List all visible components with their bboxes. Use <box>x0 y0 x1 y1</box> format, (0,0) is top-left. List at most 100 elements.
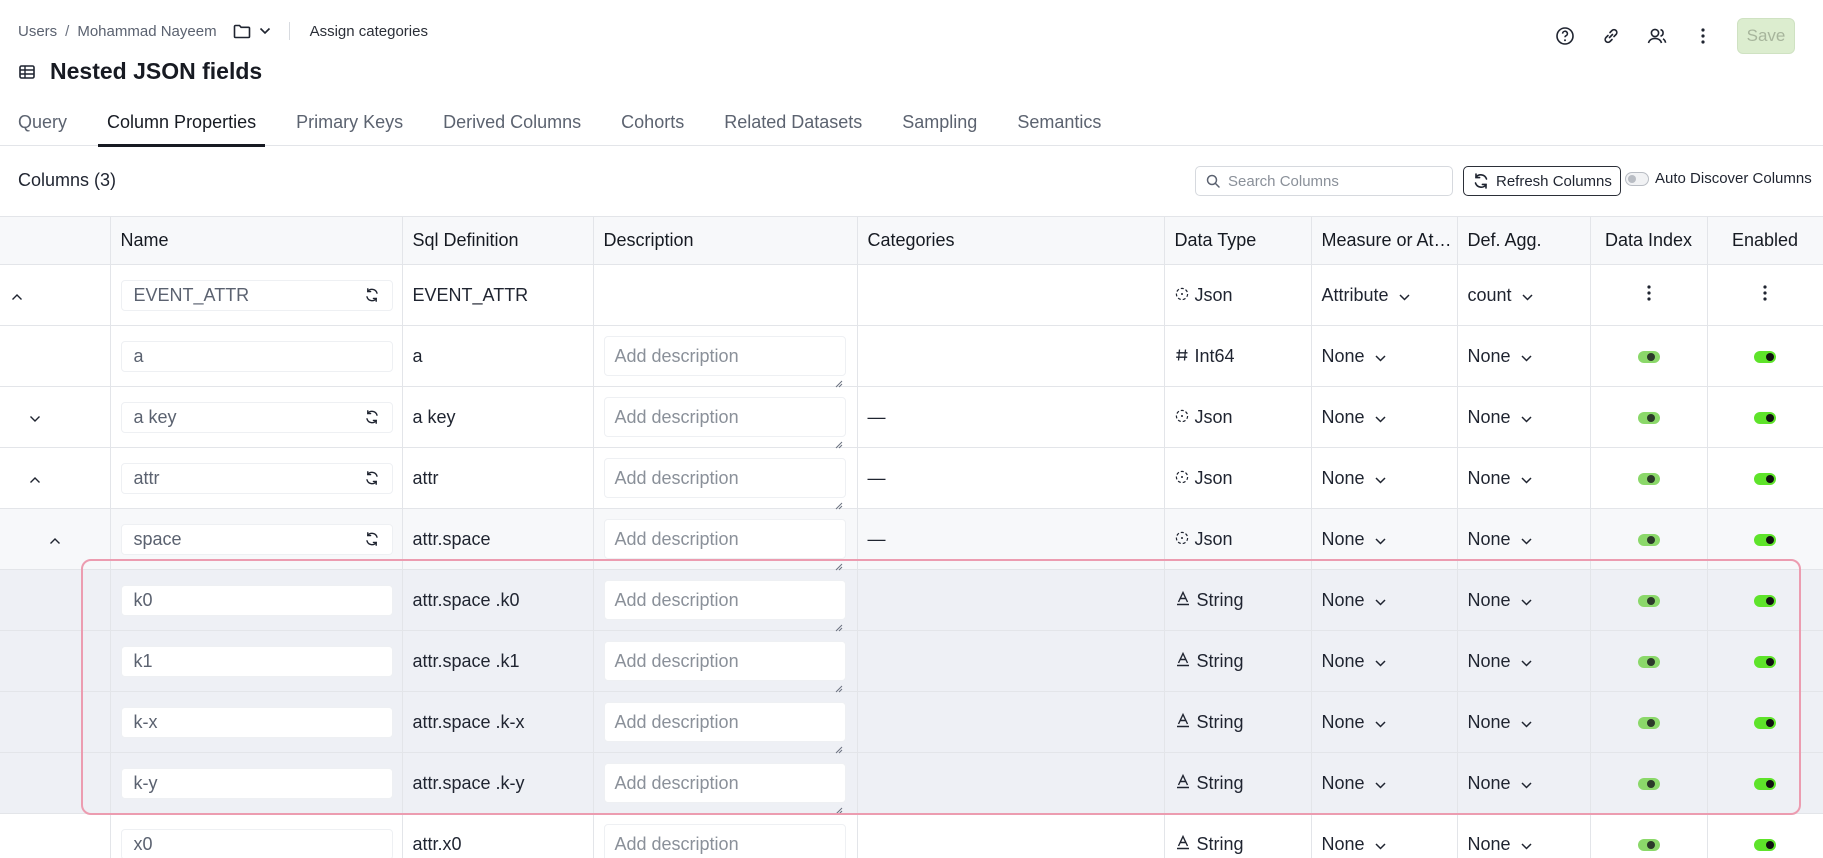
tab-derived-columns[interactable]: Derived Columns <box>443 100 581 146</box>
resize-grip-icon[interactable] <box>833 363 843 388</box>
name-input[interactable]: k0 <box>120 584 393 616</box>
resize-grip-icon[interactable] <box>833 546 843 571</box>
name-input[interactable]: EVENT_ATTR <box>120 279 393 311</box>
name-input[interactable]: a key <box>120 401 393 433</box>
def-agg-select[interactable]: None <box>1468 712 1532 733</box>
categories-cell[interactable]: — <box>857 386 1165 448</box>
data-index-toggle[interactable] <box>1637 533 1660 546</box>
resize-grip-icon[interactable] <box>833 485 843 510</box>
header-measure[interactable]: Measure or At… <box>1311 216 1458 265</box>
measure-select[interactable]: None <box>1322 773 1386 794</box>
enabled-toggle[interactable] <box>1754 777 1776 790</box>
breadcrumb-user[interactable]: Mohammad Nayeem <box>77 23 216 40</box>
enabled-toggle[interactable] <box>1754 533 1776 546</box>
measure-select[interactable]: Attribute <box>1322 285 1410 306</box>
data-index-toggle[interactable] <box>1637 655 1660 668</box>
header-def-agg[interactable]: Def. Agg. <box>1457 216 1591 265</box>
def-agg-select[interactable]: None <box>1468 346 1532 367</box>
data-index-toggle[interactable] <box>1637 472 1660 485</box>
enabled-toggle[interactable] <box>1754 594 1776 607</box>
tab-related-datasets[interactable]: Related Datasets <box>724 100 862 146</box>
data-index-toggle[interactable] <box>1637 350 1660 363</box>
tab-column-properties[interactable]: Column Properties <box>98 100 266 147</box>
enabled-toggle[interactable] <box>1754 411 1776 424</box>
description-field[interactable]: Add description <box>603 458 846 510</box>
name-input[interactable]: attr <box>120 462 393 494</box>
name-input[interactable]: space <box>120 523 393 555</box>
name-input[interactable]: k1 <box>120 645 393 677</box>
header-categories[interactable]: Categories <box>857 216 1165 265</box>
name-input[interactable]: k-y <box>120 767 393 799</box>
description-field[interactable]: Add description <box>603 824 846 858</box>
help-icon[interactable] <box>1553 24 1577 48</box>
save-button[interactable]: Save <box>1737 18 1795 54</box>
measure-select[interactable]: None <box>1322 651 1386 672</box>
resize-grip-icon[interactable] <box>833 851 843 858</box>
enabled-toggle[interactable] <box>1754 472 1776 485</box>
tab-cohorts[interactable]: Cohorts <box>621 100 684 146</box>
refresh-columns-button[interactable]: Refresh Columns <box>1463 166 1621 196</box>
categories-cell[interactable] <box>857 325 1165 387</box>
resize-grip-icon[interactable] <box>833 607 843 632</box>
def-agg-select[interactable]: None <box>1468 773 1532 794</box>
categories-cell[interactable] <box>857 813 1165 858</box>
tab-semantics[interactable]: Semantics <box>1017 100 1101 146</box>
measure-select[interactable]: None <box>1322 529 1386 550</box>
more-vertical-icon[interactable] <box>1691 24 1715 48</box>
description-field[interactable]: Add description <box>603 580 846 632</box>
resize-grip-icon[interactable] <box>833 668 843 693</box>
data-index-toggle[interactable] <box>1637 411 1660 424</box>
sync-icon[interactable] <box>364 470 380 486</box>
def-agg-select[interactable]: None <box>1468 468 1532 489</box>
categories-cell[interactable] <box>857 569 1165 631</box>
measure-select[interactable]: None <box>1322 590 1386 611</box>
measure-select[interactable]: None <box>1322 712 1386 733</box>
tab-primary-keys[interactable]: Primary Keys <box>296 100 403 146</box>
name-input[interactable]: x0 <box>120 828 393 858</box>
link-icon[interactable] <box>1599 24 1623 48</box>
categories-cell[interactable] <box>857 752 1165 814</box>
sync-icon[interactable] <box>364 531 380 547</box>
measure-select[interactable]: None <box>1322 407 1386 428</box>
enabled-toggle[interactable] <box>1754 655 1776 668</box>
header-data-type[interactable]: Data Type <box>1164 216 1312 265</box>
description-field[interactable]: Add description <box>603 763 846 815</box>
tab-query[interactable]: Query <box>18 100 67 146</box>
def-agg-select[interactable]: None <box>1468 529 1532 550</box>
description-field[interactable]: Add description <box>603 519 846 571</box>
more-vertical-icon[interactable] <box>1762 284 1768 306</box>
more-vertical-icon[interactable] <box>1646 284 1652 306</box>
categories-cell[interactable]: — <box>857 447 1165 509</box>
chevron-up-icon[interactable] <box>48 534 62 548</box>
breadcrumb-users[interactable]: Users <box>18 23 57 40</box>
header-enabled[interactable]: Enabled <box>1707 216 1823 265</box>
measure-select[interactable]: None <box>1322 834 1386 855</box>
data-index-toggle[interactable] <box>1637 777 1660 790</box>
def-agg-select[interactable]: count <box>1468 285 1533 306</box>
categories-cell[interactable] <box>857 691 1165 753</box>
categories-cell[interactable] <box>857 264 1165 326</box>
def-agg-select[interactable]: None <box>1468 834 1532 855</box>
data-index-toggle[interactable] <box>1637 594 1660 607</box>
resize-grip-icon[interactable] <box>833 729 843 754</box>
description-field[interactable]: Add description <box>603 397 846 449</box>
folder-menu[interactable] <box>233 23 271 39</box>
resize-grip-icon[interactable] <box>833 424 843 449</box>
categories-cell[interactable] <box>857 630 1165 692</box>
header-name[interactable]: Name <box>110 216 403 265</box>
def-agg-select[interactable]: None <box>1468 651 1532 672</box>
sync-icon[interactable] <box>364 409 380 425</box>
name-input[interactable]: a <box>120 340 393 372</box>
tab-sampling[interactable]: Sampling <box>902 100 977 146</box>
sync-icon[interactable] <box>364 287 380 303</box>
data-index-toggle[interactable] <box>1637 716 1660 729</box>
header-description[interactable]: Description <box>593 216 858 265</box>
categories-cell[interactable]: — <box>857 508 1165 570</box>
measure-select[interactable]: None <box>1322 468 1386 489</box>
def-agg-select[interactable]: None <box>1468 590 1532 611</box>
description-field[interactable]: Add description <box>603 641 846 693</box>
chevron-down-icon[interactable] <box>28 412 42 426</box>
description-field[interactable]: Add description <box>603 336 846 388</box>
header-data-index[interactable]: Data Index <box>1590 216 1708 265</box>
chevron-up-icon[interactable] <box>10 290 24 304</box>
